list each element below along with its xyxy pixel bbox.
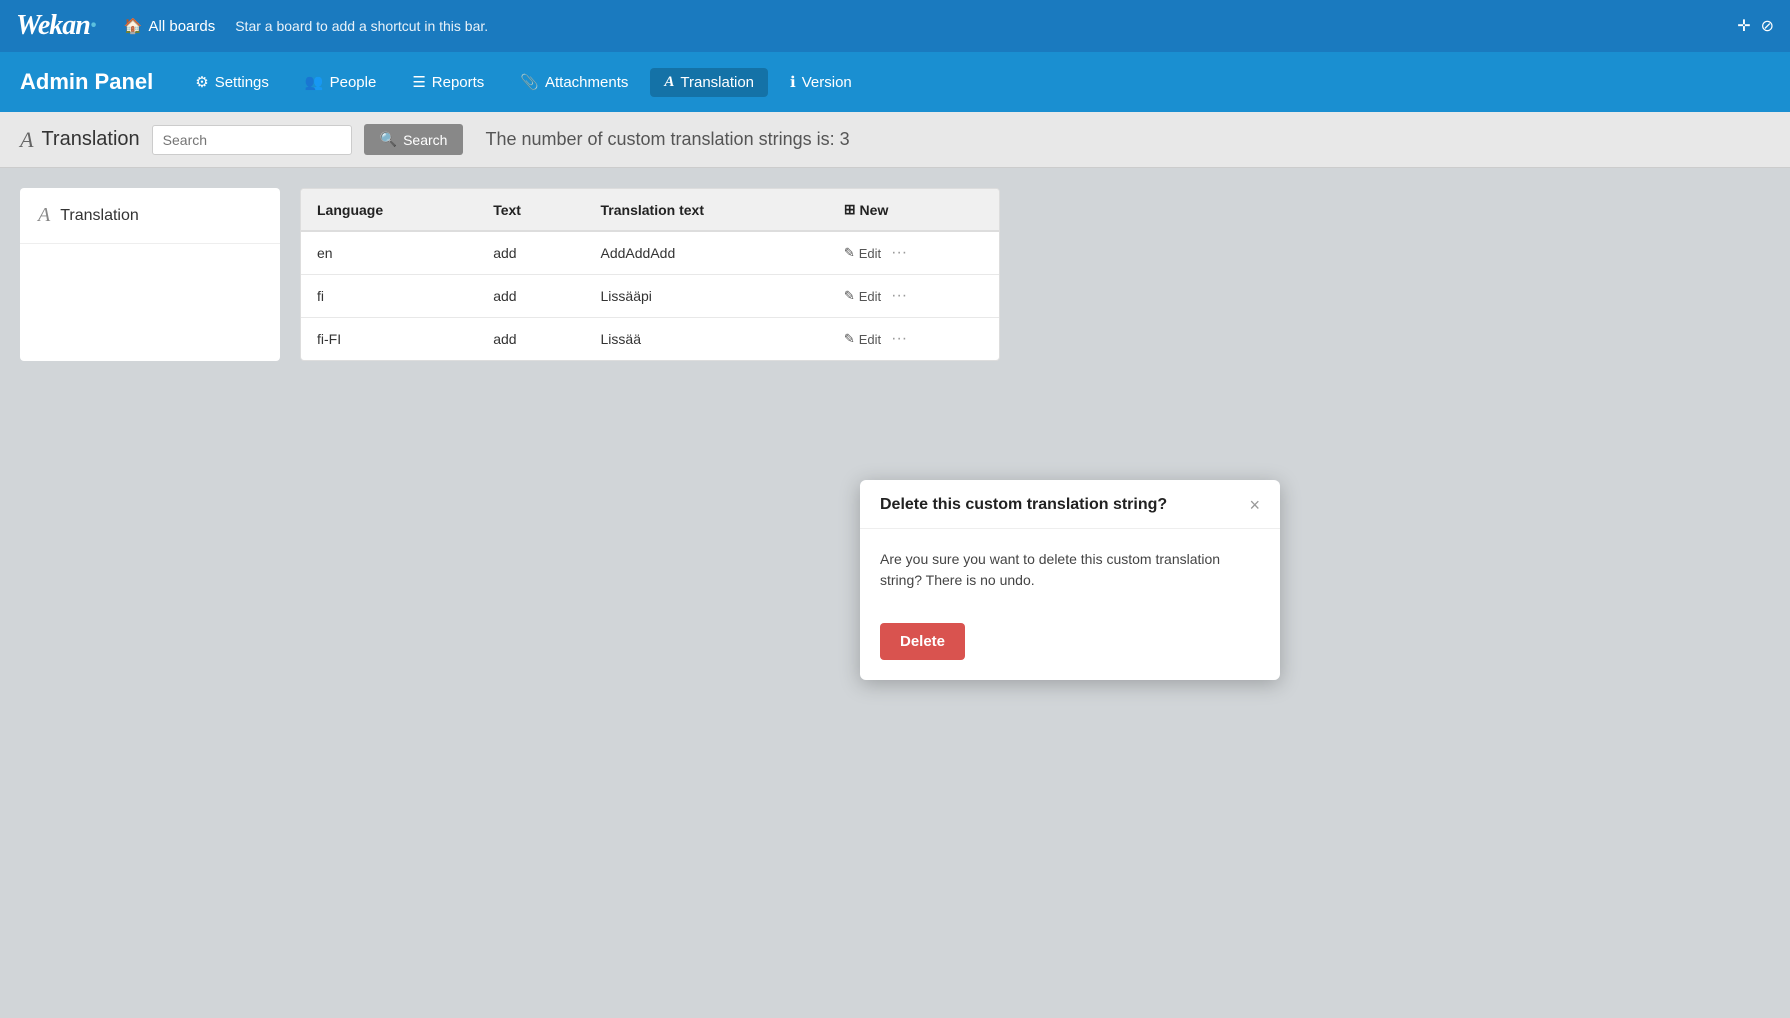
modal-body: Are you sure you want to delete this cus…	[860, 529, 1280, 611]
modal-footer: Delete	[860, 611, 1280, 680]
modal-header: Delete this custom translation string? ×	[860, 480, 1280, 529]
delete-button[interactable]: Delete	[880, 623, 965, 660]
modal-close-button[interactable]: ×	[1249, 496, 1260, 514]
modal-title: Delete this custom translation string?	[880, 496, 1167, 514]
delete-modal: Delete this custom translation string? ×…	[860, 480, 1280, 680]
